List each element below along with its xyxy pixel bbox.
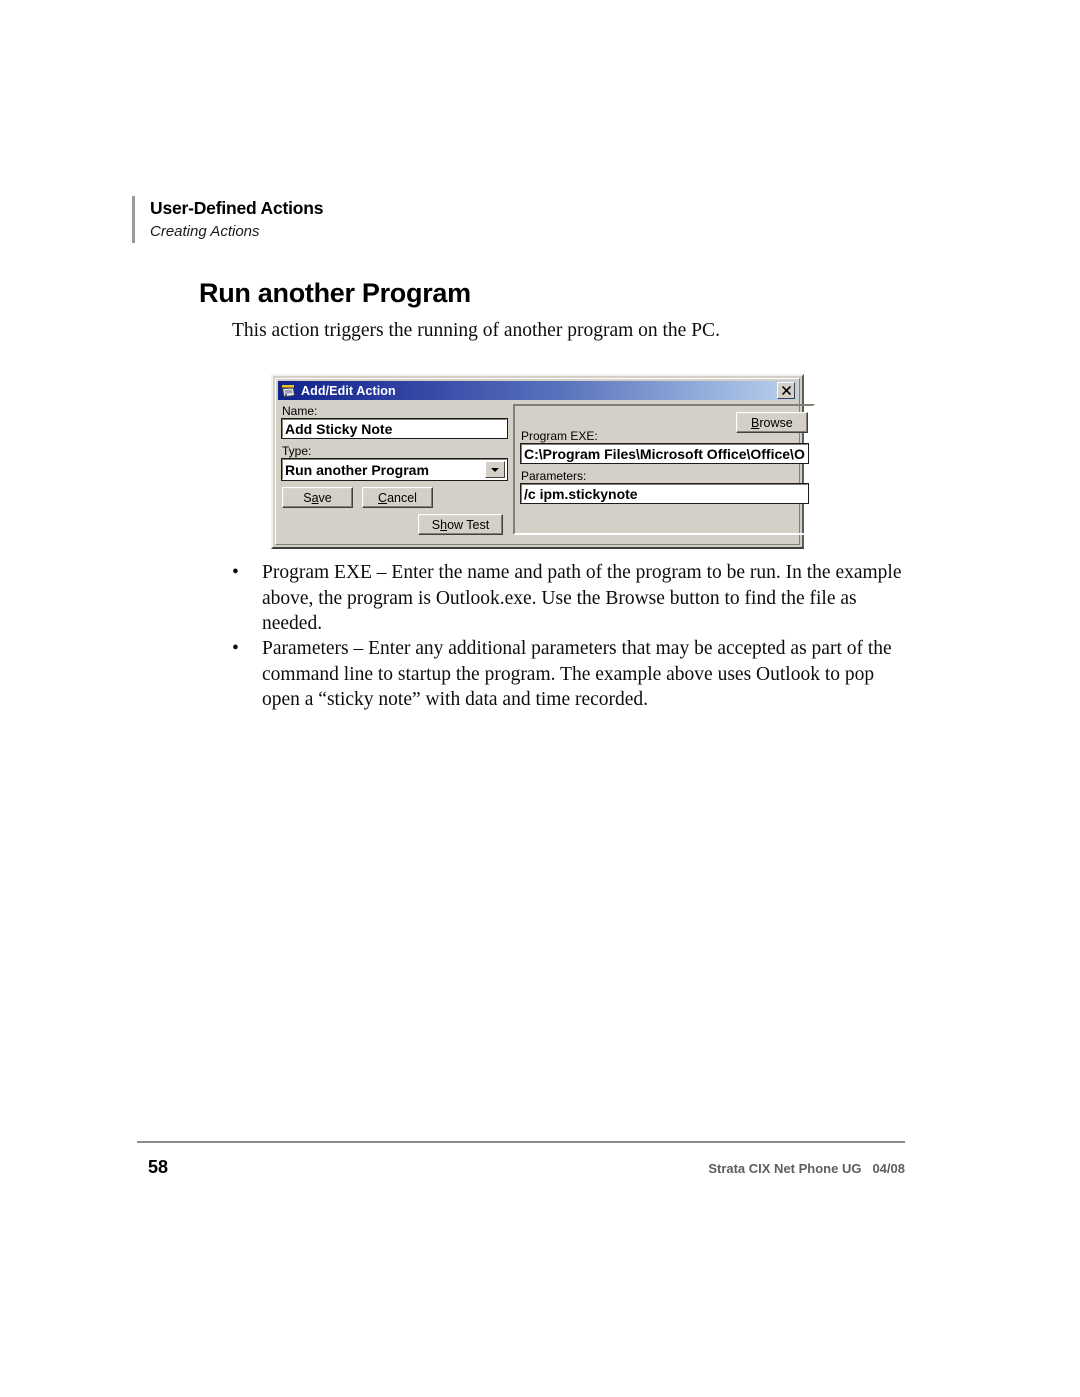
program-exe-input[interactable]: C:\Program Files\Microsoft Office\Office… bbox=[520, 443, 809, 464]
header-vertical-rule bbox=[132, 196, 135, 243]
browse-button-label-post: rowse bbox=[759, 415, 793, 430]
header-text-group: User-Defined Actions Creating Actions bbox=[150, 196, 324, 243]
browse-button-accesskey: B bbox=[750, 415, 760, 430]
cancel-button-label-post: ancel bbox=[387, 490, 417, 505]
add-edit-action-dialog: Add/Edit Action Name: Add Sticky Note Ty… bbox=[271, 374, 815, 549]
close-icon[interactable] bbox=[777, 382, 795, 399]
header-title: User-Defined Actions bbox=[150, 198, 324, 218]
save-button-label: S bbox=[303, 490, 312, 505]
page-number: 58 bbox=[148, 1157, 169, 1177]
show-test-button[interactable]: Sh ow Test bbox=[418, 514, 503, 535]
cancel-button[interactable]: Cancel bbox=[362, 487, 433, 508]
page-title: Run another Program bbox=[199, 278, 471, 308]
dialog-inner-frame: Add/Edit Action Name: Add Sticky Note Ty… bbox=[275, 378, 815, 545]
dialog-titlebar[interactable]: Add/Edit Action bbox=[278, 381, 797, 400]
dialog-action-buttons: Sa ve Cancel bbox=[282, 487, 507, 508]
parameters-label: Parameters: bbox=[521, 469, 587, 483]
page-header: User-Defined Actions Creating Actions bbox=[132, 196, 324, 243]
program-settings-panel: Browse Program EXE: C:\Program Files\Mic… bbox=[513, 404, 815, 535]
cancel-button-accesskey: C bbox=[378, 490, 388, 505]
browse-button[interactable]: Browse bbox=[735, 412, 808, 433]
show-test-label: S bbox=[431, 517, 441, 532]
type-select-value: Run another Program bbox=[285, 461, 429, 478]
show-test-label-post: ow Test bbox=[447, 517, 490, 532]
dialog-body: Name: Add Sticky Note Type: Run another … bbox=[278, 400, 815, 542]
show-test-row: Sh ow Test bbox=[282, 508, 507, 535]
dialog-title: Add/Edit Action bbox=[301, 383, 396, 398]
dialog-left-column: Name: Add Sticky Note Type: Run another … bbox=[281, 404, 508, 535]
show-test-accesskey: h bbox=[440, 517, 448, 532]
footer-divider bbox=[137, 1141, 905, 1143]
bullet-text: Parameters – Enter any additional parame… bbox=[262, 638, 892, 710]
list-item: • Parameters – Enter any additional para… bbox=[232, 636, 902, 713]
footer-meta: Strata CIX Net Phone UG 04/08 bbox=[708, 1161, 905, 1176]
save-button-accesskey: a bbox=[311, 490, 319, 505]
bullet-marker: • bbox=[232, 562, 239, 583]
chevron-down-icon[interactable] bbox=[485, 461, 505, 478]
name-label: Name: bbox=[282, 404, 318, 418]
dialog-right-column: Browse Program EXE: C:\Program Files\Mic… bbox=[513, 404, 815, 535]
parameters-input[interactable]: /c ipm.stickynote bbox=[520, 483, 809, 504]
type-select[interactable]: Run another Program bbox=[281, 458, 508, 481]
footer-document-title: Strata CIX Net Phone UG bbox=[708, 1161, 862, 1176]
list-item: • Program EXE – Enter the name and path … bbox=[232, 560, 917, 637]
type-label: Type: bbox=[282, 444, 312, 458]
bullet-marker: • bbox=[232, 638, 239, 659]
save-button[interactable]: Sa ve bbox=[282, 487, 353, 508]
header-subtitle: Creating Actions bbox=[150, 223, 260, 240]
save-button-label-post: ve bbox=[318, 490, 332, 505]
intro-paragraph: This action triggers the running of anot… bbox=[232, 320, 720, 341]
phone-device-icon bbox=[281, 384, 296, 398]
bullet-text: Program EXE – Enter the name and path of… bbox=[262, 562, 902, 634]
name-input[interactable]: Add Sticky Note bbox=[281, 418, 508, 439]
footer-date: 04/08 bbox=[872, 1161, 905, 1176]
